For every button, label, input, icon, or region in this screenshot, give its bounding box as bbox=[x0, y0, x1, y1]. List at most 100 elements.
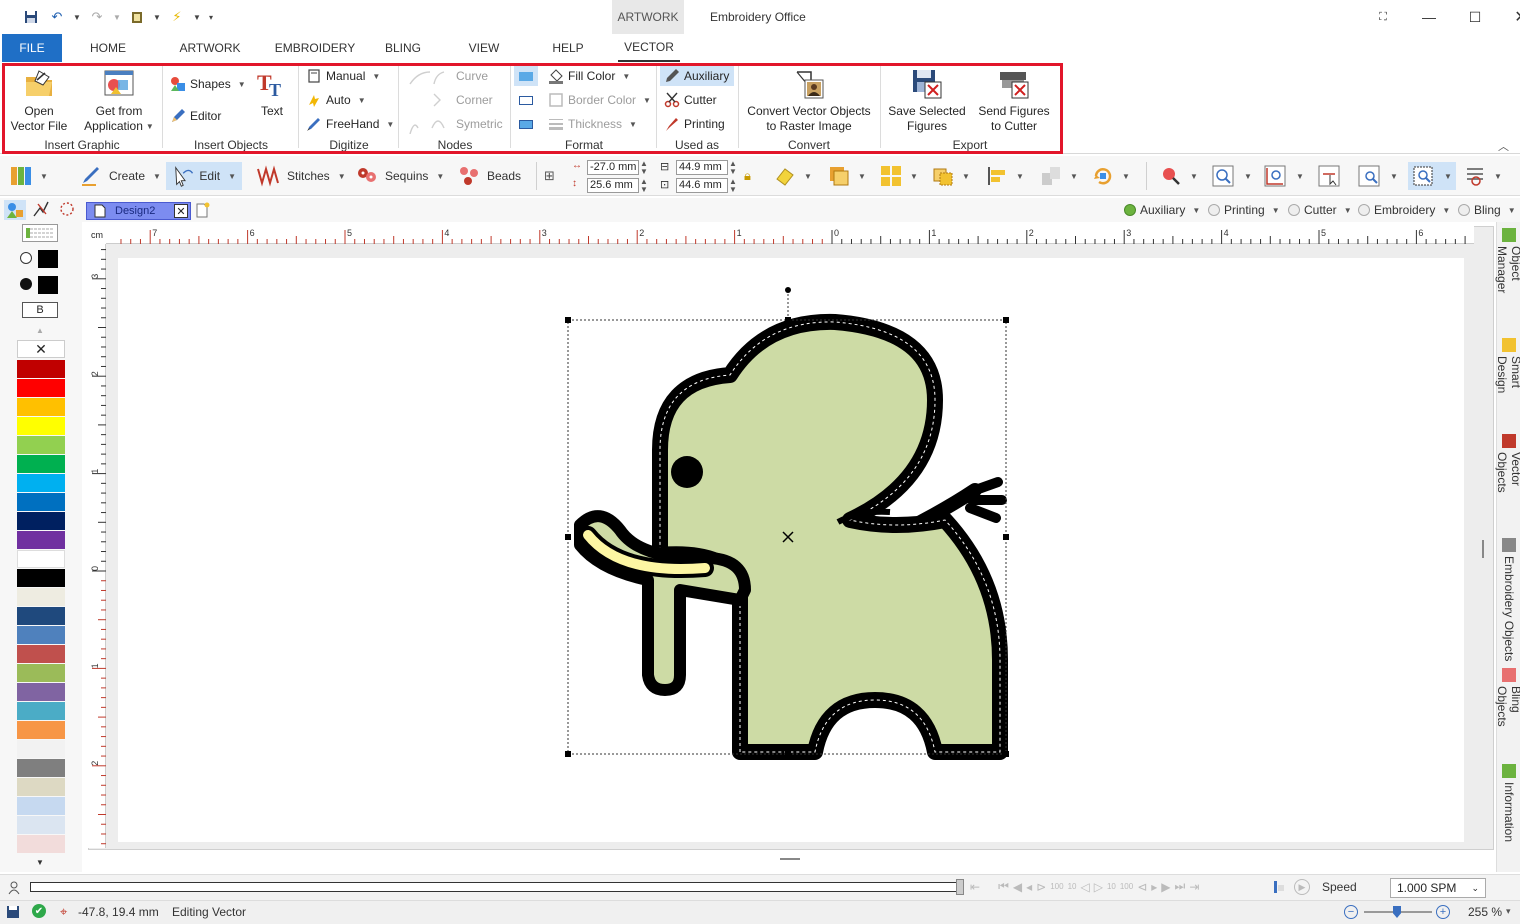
position-y-input[interactable]: 25.6 mm bbox=[587, 178, 639, 193]
undo-dropdown-icon[interactable]: ▼ bbox=[72, 6, 82, 28]
layer-auxiliary[interactable]: Auxiliary ▼ bbox=[1124, 202, 1200, 218]
handle-right[interactable] bbox=[1003, 534, 1009, 540]
rotation-handle[interactable] bbox=[785, 287, 791, 293]
outline-color-swatch[interactable] bbox=[38, 250, 58, 268]
forward-color-icon[interactable]: ▶ bbox=[1161, 880, 1170, 894]
layer-bling[interactable]: Bling ▼ bbox=[1458, 202, 1516, 218]
tab-artwork[interactable]: ARTWORK bbox=[172, 34, 248, 62]
color-swatch[interactable] bbox=[17, 702, 65, 720]
grid-layout-button[interactable]: ▼ bbox=[880, 162, 918, 190]
zoom-out-icon[interactable]: − bbox=[1344, 905, 1358, 919]
color-swatch[interactable] bbox=[17, 645, 65, 663]
stitch-progress-thumb[interactable] bbox=[956, 879, 964, 895]
pos-x-spinner[interactable]: ▲ ▼ bbox=[640, 160, 648, 176]
rewind-object-icon[interactable]: ◂ bbox=[1026, 880, 1032, 894]
document-tab[interactable]: Design2 ✕ bbox=[86, 202, 191, 220]
color-swatch[interactable] bbox=[17, 626, 65, 644]
palette-preview-icon[interactable] bbox=[22, 224, 58, 242]
fill-color-swatch[interactable] bbox=[38, 276, 58, 294]
width-spinner[interactable]: ▲ ▼ bbox=[729, 160, 737, 176]
color-swatch[interactable] bbox=[17, 360, 65, 378]
lightning-icon[interactable]: ⚡ bbox=[166, 6, 188, 28]
color-swatch[interactable] bbox=[17, 588, 65, 606]
stitches-button[interactable]: Stitches ▼ bbox=[252, 162, 350, 190]
handle-top[interactable] bbox=[785, 317, 791, 323]
color-swatch[interactable] bbox=[17, 569, 65, 587]
dock-tab-object-manager[interactable]: Object Manager bbox=[1495, 224, 1520, 330]
palette-scroll-up-icon[interactable]: ▲ bbox=[36, 326, 44, 335]
step-forward-100[interactable]: 100 bbox=[1120, 882, 1133, 891]
sequins-button[interactable]: Sequins ▼ bbox=[352, 162, 448, 190]
color-swatch[interactable] bbox=[17, 512, 65, 530]
zoom-menu-icon[interactable]: ▾ bbox=[1506, 906, 1511, 917]
horizontal-scroll-grip[interactable] bbox=[780, 858, 800, 860]
color-swatch[interactable] bbox=[17, 493, 65, 511]
color-fill-tool-button[interactable]: ▼ bbox=[774, 162, 812, 190]
customize-qat-icon[interactable]: ▾ bbox=[206, 6, 216, 28]
tab-vector[interactable]: VECTOR bbox=[618, 34, 680, 62]
palette-scroll-down-icon[interactable]: ▼ bbox=[36, 858, 44, 867]
step-back-10[interactable]: 10 bbox=[1068, 882, 1077, 891]
pan-button[interactable] bbox=[1318, 162, 1342, 190]
color-swatch[interactable] bbox=[17, 816, 65, 834]
fullscreen-icon[interactable]: ⛶ bbox=[1360, 0, 1406, 34]
lock-ratio-icon[interactable]: 🔒︎ bbox=[744, 168, 751, 184]
layer-cutter[interactable]: Cutter ▼ bbox=[1288, 202, 1352, 218]
fill-color-radio[interactable] bbox=[20, 278, 32, 290]
color-swatch[interactable] bbox=[17, 797, 65, 815]
tab-file[interactable]: FILE bbox=[2, 34, 62, 62]
tab-embroidery[interactable]: EMBROIDERY bbox=[272, 34, 358, 62]
color-swatch[interactable] bbox=[17, 550, 65, 568]
height-spinner[interactable]: ▲ ▼ bbox=[729, 178, 737, 194]
selection-lasso-icon[interactable] bbox=[58, 200, 78, 220]
play-icon[interactable]: ▶ bbox=[1294, 879, 1310, 895]
handle-top-right[interactable] bbox=[1003, 317, 1009, 323]
no-color-swatch[interactable]: ✕ bbox=[17, 340, 65, 358]
step-forward-10[interactable]: 10 bbox=[1107, 882, 1116, 891]
forward-end-icon[interactable]: ⏭ bbox=[1175, 879, 1186, 894]
dock-tab-smart-design[interactable]: Smart Design bbox=[1495, 334, 1520, 428]
create-button[interactable]: Create ▼ bbox=[76, 162, 165, 190]
stitch-view-icon[interactable] bbox=[32, 200, 52, 220]
zoom-page-button[interactable]: ▼ bbox=[1408, 162, 1456, 190]
dock-tab-bling-objects[interactable]: Bling Objects bbox=[1495, 664, 1520, 756]
rewind-start-icon[interactable]: ⏮ bbox=[998, 879, 1009, 894]
tab-home[interactable]: HOME bbox=[80, 34, 136, 62]
bold-toggle-button[interactable]: B bbox=[22, 302, 58, 318]
handle-bottom-left[interactable] bbox=[565, 751, 571, 757]
rewind-needle-icon[interactable]: ⊳ bbox=[1036, 880, 1046, 894]
pos-y-spinner[interactable]: ▲ ▼ bbox=[640, 178, 648, 194]
layer-printing[interactable]: Printing ▼ bbox=[1208, 202, 1280, 218]
stitch-progress-track[interactable] bbox=[30, 882, 964, 892]
tab-help[interactable]: HELP bbox=[546, 34, 590, 62]
color-swatch[interactable] bbox=[17, 683, 65, 701]
color-swatch[interactable] bbox=[17, 835, 65, 853]
maximize-icon[interactable]: ☐ bbox=[1452, 0, 1498, 34]
lightning-dropdown-icon[interactable]: ▼ bbox=[192, 6, 202, 28]
clipboard-icon[interactable] bbox=[126, 6, 148, 28]
step-back-100[interactable]: 100 bbox=[1050, 882, 1063, 891]
group-objects-button[interactable]: ▼ bbox=[932, 162, 970, 190]
undo-icon[interactable]: ↶ bbox=[46, 6, 68, 28]
view-options-button[interactable]: ▼ bbox=[1464, 162, 1502, 190]
close-icon[interactable]: ✕ bbox=[1498, 0, 1520, 34]
redo-dropdown-icon[interactable]: ▼ bbox=[112, 6, 122, 28]
dock-tab-vector-objects[interactable]: Vector Objects bbox=[1495, 430, 1520, 530]
handle-bottom[interactable] bbox=[785, 751, 791, 757]
speed-select[interactable]: 1.000 SPM ⌄ bbox=[1390, 878, 1486, 898]
view-mode-button[interactable]: ▼ bbox=[10, 162, 48, 190]
collapse-ribbon-icon[interactable]: ︿ bbox=[1498, 138, 1509, 154]
forward-needle-icon[interactable]: ⊲ bbox=[1137, 880, 1147, 894]
arrange-button[interactable]: ▼ bbox=[828, 162, 866, 190]
step-back-end-icon[interactable]: ⇤ bbox=[970, 880, 980, 894]
color-swatch[interactable] bbox=[17, 379, 65, 397]
tab-bling[interactable]: BLING bbox=[378, 34, 428, 62]
handle-left[interactable] bbox=[565, 534, 571, 540]
play-indicator-icon[interactable] bbox=[1272, 880, 1286, 894]
simulation-icon[interactable] bbox=[6, 879, 22, 895]
close-document-icon[interactable]: ✕ bbox=[174, 204, 188, 218]
step-forward-end-icon[interactable]: ⇥ bbox=[1189, 880, 1199, 894]
position-x-input[interactable]: -27.0 mm bbox=[587, 160, 639, 175]
clipboard-dropdown-icon[interactable]: ▼ bbox=[152, 6, 162, 28]
color-swatch[interactable] bbox=[17, 455, 65, 473]
